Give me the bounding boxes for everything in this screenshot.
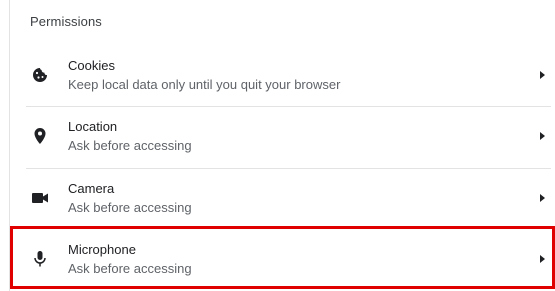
chevron-right-icon xyxy=(540,194,545,202)
section-title: Permissions xyxy=(30,14,102,29)
chevron-right-icon xyxy=(540,71,545,79)
permission-label: Camera xyxy=(68,181,115,196)
chevron-right-icon xyxy=(540,132,545,140)
divider xyxy=(26,106,551,107)
permission-description: Ask before accessing xyxy=(68,200,192,215)
permission-item-microphone[interactable]: Microphone Ask before accessing xyxy=(10,229,555,290)
permission-description: Ask before accessing xyxy=(68,261,192,276)
permission-item-cookies[interactable]: Cookies Keep local data only until you q… xyxy=(10,45,555,106)
divider xyxy=(26,168,551,169)
permission-item-camera[interactable]: Camera Ask before accessing xyxy=(10,168,555,229)
chevron-right-icon xyxy=(540,255,545,263)
location-pin-icon xyxy=(30,126,50,146)
permission-label: Cookies xyxy=(68,58,115,73)
permission-label: Microphone xyxy=(68,242,136,257)
permission-label: Location xyxy=(68,119,118,134)
camera-icon xyxy=(30,188,50,208)
cookie-icon xyxy=(30,65,50,85)
permission-description: Keep local data only until you quit your… xyxy=(68,77,341,92)
microphone-icon xyxy=(30,249,50,269)
permission-description: Ask before accessing xyxy=(68,138,192,153)
permission-item-location[interactable]: Location Ask before accessing xyxy=(10,106,555,167)
